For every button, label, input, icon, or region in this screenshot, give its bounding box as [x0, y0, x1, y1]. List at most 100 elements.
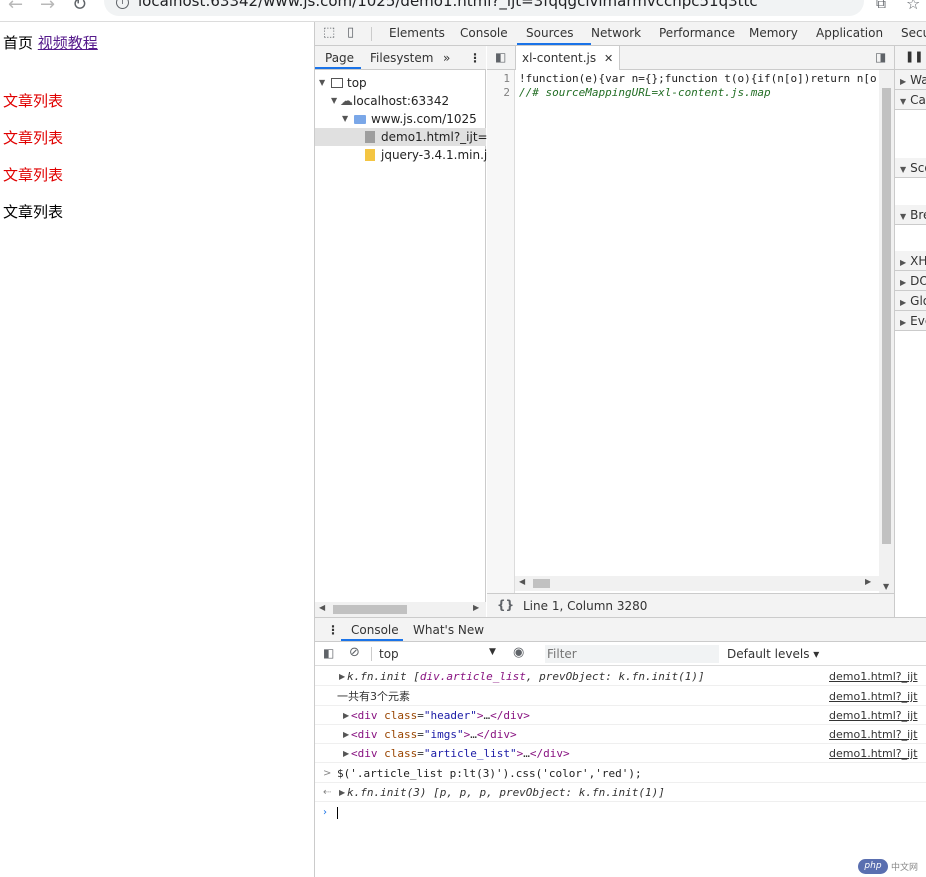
section-breakpoints[interactable]: ▼Bre: [895, 205, 926, 225]
console-input-echo[interactable]: > $('.article_list p:lt(3)').css('color'…: [315, 764, 926, 783]
tab-console-drawer[interactable]: Console: [351, 623, 399, 637]
translate-icon[interactable]: ⧉: [876, 0, 886, 12]
editor-vertical-scrollbar[interactable]: ▼: [879, 70, 894, 600]
source-link[interactable]: demo1.html?_ijt: [829, 706, 918, 724]
console-message[interactable]: ▶ <div class="header">…</div> demo1.html…: [315, 706, 926, 725]
expand-triangle-icon[interactable]: ▶: [343, 725, 349, 743]
tree-item-host[interactable]: ▼ ☁localhost:63342: [331, 92, 449, 110]
class-value: imgs: [430, 728, 458, 741]
pretty-print-icon[interactable]: {}: [497, 598, 514, 612]
tree-item-folder[interactable]: ▼ www.js.com/1025: [342, 110, 477, 128]
tab-elements[interactable]: Elements: [389, 26, 445, 40]
editor-horizontal-scrollbar[interactable]: ◀ ▶: [515, 576, 879, 591]
scroll-left-icon[interactable]: ◀: [519, 577, 525, 586]
code-line-1[interactable]: !function(e){var n={};function t(o){if(n…: [519, 72, 877, 85]
section-scope[interactable]: ▼Sco: [895, 158, 926, 178]
expand-triangle-icon[interactable]: ▼: [319, 74, 325, 92]
bookmark-star-icon[interactable]: ☆: [906, 0, 920, 13]
line-number[interactable]: 1: [503, 72, 510, 85]
expand-triangle-icon[interactable]: ▶: [339, 667, 345, 685]
code-line-2[interactable]: //# sourceMappingURL=xl-content.js.map: [519, 86, 771, 99]
scrollbar-thumb[interactable]: [882, 88, 891, 544]
tab-whats-new[interactable]: What's New: [413, 623, 484, 637]
tab-application[interactable]: Application: [816, 26, 883, 40]
filter-input[interactable]: [545, 645, 719, 663]
tree-item-top[interactable]: ▼ top: [319, 74, 367, 92]
kebab-menu-icon[interactable]: ⋮: [469, 51, 481, 65]
source-link[interactable]: demo1.html?_ijt: [829, 687, 918, 705]
scroll-right-icon[interactable]: ▶: [865, 577, 871, 586]
toggle-debugger-icon[interactable]: ◨: [875, 50, 886, 64]
scroll-down-icon[interactable]: ▼: [883, 582, 889, 591]
tab-memory[interactable]: Memory: [749, 26, 798, 40]
inspect-element-icon[interactable]: ⬚: [323, 25, 335, 40]
tab-security[interactable]: Secu: [901, 26, 926, 40]
sidebar-toggle-icon[interactable]: ◧: [323, 646, 334, 660]
reload-icon[interactable]: ↻: [72, 0, 87, 15]
console-message[interactable]: ▶ k.fn.init [div.article_list, prevObjec…: [315, 667, 926, 686]
tab-sources[interactable]: Sources: [526, 26, 573, 40]
editor-tab-xl-content[interactable]: xl-content.js ✕: [515, 46, 621, 70]
expand-triangle-icon[interactable]: ▼: [342, 110, 348, 128]
section-watch[interactable]: ▶Wa: [895, 70, 926, 90]
line-number[interactable]: 2: [503, 86, 510, 99]
expand-triangle-icon[interactable]: ▶: [339, 783, 345, 801]
navigator-horizontal-scrollbar[interactable]: ◀ ▶: [315, 602, 486, 617]
expand-triangle-icon: ▶: [900, 298, 907, 307]
toolbar-divider: [371, 647, 372, 661]
tree-label-folder: www.js.com/1025: [371, 112, 477, 126]
tab-performance[interactable]: Performance: [659, 26, 735, 40]
section-event[interactable]: ▶Eve: [895, 311, 926, 331]
tab-network[interactable]: Network: [591, 26, 641, 40]
home-text: 首页: [3, 34, 34, 52]
pause-icon[interactable]: ❚❚: [905, 50, 923, 63]
clear-console-icon[interactable]: ⊘: [349, 645, 360, 660]
watermark: php 中文网: [858, 858, 924, 875]
toggle-navigator-icon[interactable]: ◧: [495, 50, 506, 64]
eye-icon[interactable]: ◉: [513, 645, 524, 660]
source-link[interactable]: demo1.html?_ijt: [829, 667, 918, 685]
scrollbar-thumb[interactable]: [333, 605, 407, 614]
console-message[interactable]: 一共有3个元素 demo1.html?_ijt: [315, 687, 926, 706]
expand-triangle-icon[interactable]: ▶: [343, 706, 349, 724]
close-icon[interactable]: ✕: [604, 52, 613, 65]
tab-console[interactable]: Console: [460, 26, 508, 40]
address-bar[interactable]: i localhost:63342/www.js.com/1025/demo1.…: [104, 0, 864, 16]
navigator-tabbar: Page Filesystem » ⋮: [315, 46, 486, 70]
tab-page[interactable]: Page: [325, 51, 354, 65]
expand-triangle-icon[interactable]: ▼: [331, 92, 337, 110]
editor-tab-label: xl-content.js: [522, 51, 597, 65]
log-levels-dropdown[interactable]: Default levels ▾: [727, 647, 819, 661]
url-text[interactable]: localhost:63342/www.js.com/1025/demo1.ht…: [138, 0, 758, 10]
tree-label-top: top: [347, 76, 367, 90]
info-icon[interactable]: i: [116, 0, 129, 9]
console-toolbar: ◧ ⊘ top ▼ ◉ Default levels ▾: [315, 642, 926, 666]
console-prompt[interactable]: ›: [315, 803, 926, 822]
section-dom[interactable]: ▶DO: [895, 271, 926, 291]
tree-item-demo1[interactable]: demo1.html?_ijt=3fq: [365, 128, 507, 146]
context-selector[interactable]: top ▼: [379, 647, 499, 661]
source-link[interactable]: demo1.html?_ijt: [829, 725, 918, 743]
back-arrow-icon[interactable]: ←: [8, 0, 23, 15]
console-message[interactable]: ▶ <div class="imgs">…</div> demo1.html?_…: [315, 725, 926, 744]
console-result[interactable]: ⇠ ▶ k.fn.init(3) [p, p, p, prevObject: k…: [315, 783, 926, 802]
tree-label-jquery: jquery-3.4.1.min.js: [381, 148, 494, 162]
video-tutorial-link[interactable]: 视频教程: [38, 34, 98, 52]
tree-item-jquery[interactable]: jquery-3.4.1.min.js: [365, 146, 493, 164]
tree-label-host: localhost:63342: [353, 94, 450, 108]
section-xhr[interactable]: ▶ XH: [895, 251, 926, 271]
device-toolbar-icon[interactable]: ▯: [347, 25, 354, 40]
more-tabs-icon[interactable]: »: [443, 51, 450, 65]
source-link[interactable]: demo1.html?_ijt: [829, 744, 918, 762]
tab-filesystem[interactable]: Filesystem: [370, 51, 433, 65]
scrollbar-thumb[interactable]: [533, 579, 550, 588]
php-logo: php: [858, 859, 888, 874]
section-call-stack[interactable]: ▼Cal: [895, 90, 926, 110]
drawer-menu-icon[interactable]: ⋮: [327, 623, 339, 637]
expand-triangle-icon[interactable]: ▶: [343, 744, 349, 762]
scroll-right-icon[interactable]: ▶: [473, 603, 479, 612]
scroll-left-icon[interactable]: ◀: [319, 603, 325, 612]
console-message[interactable]: ▶ <div class="article_list">…</div> demo…: [315, 744, 926, 763]
section-global[interactable]: ▶Glo: [895, 291, 926, 311]
forward-arrow-icon[interactable]: →: [40, 0, 55, 15]
